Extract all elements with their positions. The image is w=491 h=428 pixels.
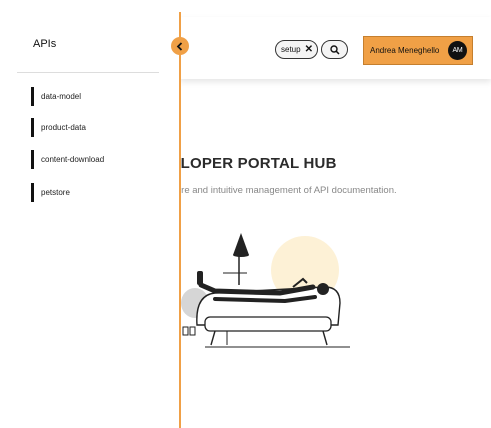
sidebar: APIs data-model product-data content-dow… xyxy=(0,0,179,428)
chevron-left-icon xyxy=(176,41,183,51)
user-name: Andrea Meneghello xyxy=(370,46,440,55)
filter-chip-label: setup xyxy=(281,45,301,54)
sidebar-item-product-data[interactable]: product-data xyxy=(31,118,86,137)
search-icon xyxy=(329,44,340,55)
sidebar-item-content-download[interactable]: content-download xyxy=(31,150,104,169)
avatar: AM xyxy=(448,41,467,60)
hero-illustration xyxy=(181,233,350,348)
sidebar-title: APIs xyxy=(33,38,57,50)
sidebar-collapse-button[interactable] xyxy=(171,37,189,55)
sidebar-divider xyxy=(17,72,159,73)
user-menu-button[interactable]: Andrea Meneghello AM xyxy=(363,36,473,65)
sidebar-item-data-model[interactable]: data-model xyxy=(31,87,81,106)
sidebar-edge[interactable] xyxy=(179,12,181,428)
close-icon[interactable]: ✕ xyxy=(305,44,313,55)
app-root: setup ✕ Andrea Meneghello AM EVELOPER PO… xyxy=(0,0,491,428)
filter-chip-setup[interactable]: setup ✕ xyxy=(275,40,318,59)
search-button[interactable] xyxy=(321,40,348,59)
hero-subtitle: or secure and intuitive management of AP… xyxy=(150,185,397,196)
sidebar-item-petstore[interactable]: petstore xyxy=(31,183,70,202)
